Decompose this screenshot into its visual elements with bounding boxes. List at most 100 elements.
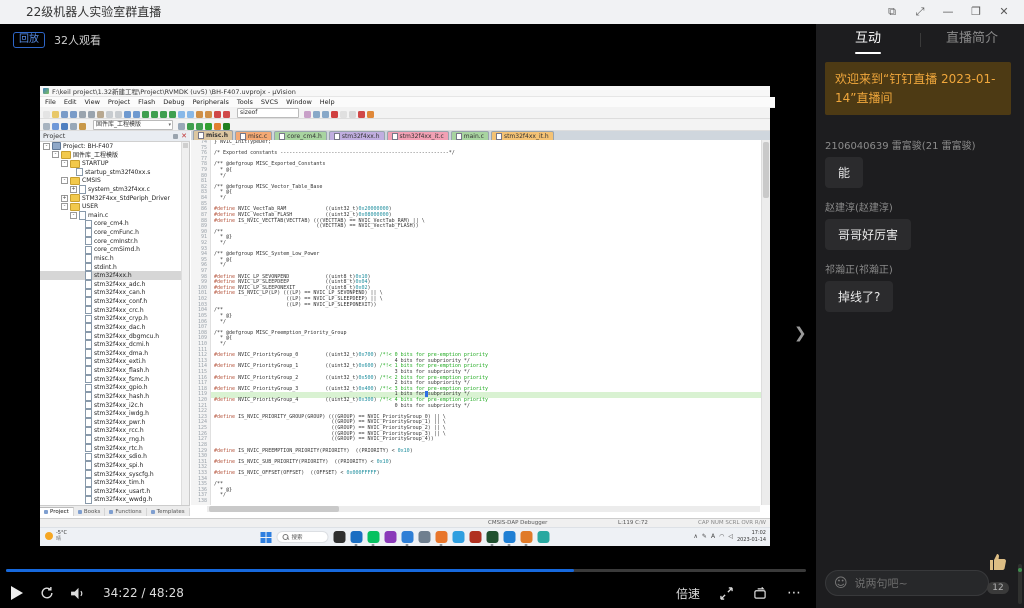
taskbar-search: 搜索 — [276, 531, 329, 543]
ide-titlebar: F:\keil project\1.32新建工程\Project\RVMDK (… — [40, 86, 770, 97]
menu-tools: Tools — [236, 98, 253, 106]
chat-app-icon — [537, 531, 550, 543]
video-stage[interactable]: 回放 32人观看 F:\keil project\1.32新建工程\Projec… — [0, 24, 816, 608]
books-window-icon — [223, 123, 230, 130]
play-button[interactable] — [10, 586, 23, 600]
chat-scrollbar[interactable] — [1018, 564, 1022, 604]
file-icon — [79, 211, 86, 220]
tree-item-label: core_cmSimd.h — [94, 246, 140, 254]
project-panel: Project ✕ - Project: BH-F407- 固件库_工程模版 - STA… — [40, 131, 190, 516]
input-method-icon: A — [710, 533, 716, 540]
close-icon[interactable]: ✕ — [990, 0, 1018, 24]
chat-collapse-chevron-icon[interactable]: ❯ — [794, 324, 807, 342]
editor-tab-label: misc.c — [248, 132, 268, 140]
file-icon — [85, 400, 92, 410]
live-room-title: 22级机器人实验室群直播 — [26, 5, 162, 19]
panel-tab-books: Books — [74, 508, 106, 516]
tree-item: stm32f4xx_adc.h — [40, 280, 183, 289]
tab-interaction[interactable]: 互动 — [816, 24, 920, 56]
tree-item: - STARTUP — [40, 159, 183, 168]
statusbar-flags: CAP NUM SCRL OVR R/W — [698, 520, 766, 526]
weather-desc: 晴 — [56, 536, 62, 543]
tree-item-label: core_cmInstr.h — [94, 237, 138, 245]
build-icon — [52, 123, 59, 130]
ide-toolbar-2: 固件库_工程模版 — [40, 119, 770, 131]
maximize-icon[interactable]: ❐ — [962, 0, 990, 24]
rotate-screen-button[interactable] — [753, 586, 767, 600]
undo-icon — [106, 111, 113, 118]
pen-icon: ✎ — [701, 533, 707, 540]
replay-button[interactable] — [40, 586, 54, 600]
file-icon — [85, 245, 92, 255]
resize-icon[interactable]: ⤢ — [906, 0, 934, 24]
templates-window-icon — [205, 123, 212, 130]
tree-item-label: STM32F4xx_StdPeriph_Driver — [82, 194, 170, 202]
chat-username: 赵建淳(赵建淳) — [825, 203, 893, 214]
like-button[interactable]: 12 — [985, 552, 1011, 594]
editor-tab-label: stm32f4xx_it.h — [503, 132, 549, 140]
network-icon: ◠ — [719, 533, 725, 540]
speed-button[interactable]: 倍速 — [676, 585, 700, 602]
tree-item: stm32f4xx_hash.h — [40, 392, 183, 401]
tree-item: stm32f4xx_fsmc.h — [40, 374, 183, 384]
chat-input-bar[interactable]: ☺ — [825, 570, 989, 596]
file-icon — [85, 323, 92, 332]
minimize-icon[interactable]: — — [934, 0, 962, 24]
tree-item: stm32f4xx_dcmi.h — [40, 340, 183, 349]
document-icon — [198, 132, 204, 139]
file-icon — [85, 495, 92, 505]
chat-message-bubble: 掉线了? — [825, 281, 894, 312]
tree-item: stm32f4xx_tim.h — [40, 478, 183, 487]
tree-item: - main.c — [40, 211, 183, 220]
chat-input[interactable] — [852, 575, 980, 591]
code-area: 74} NVIC_InitTypeDef; 75 76/* Exported co… — [191, 140, 762, 505]
taskbar-center: 搜索 — [260, 531, 550, 546]
tree-item: stm32f4xx_conf.h — [40, 297, 183, 306]
fullscreen-button[interactable] — [720, 586, 733, 600]
viewer-count: 32人观看 — [54, 34, 101, 47]
ide-title-text: F:\keil project\1.32新建工程\Project\RVMDK (… — [52, 88, 296, 96]
tab-divider — [920, 33, 921, 47]
seek-bar[interactable] — [6, 569, 806, 572]
tab-live-intro[interactable]: 直播简介 — [920, 24, 1024, 56]
tree-expander-icon: + — [61, 194, 68, 202]
tree-item: stm32f4xx_crc.h — [40, 305, 183, 315]
chip-icon — [52, 142, 61, 151]
screen-cast-icon[interactable]: ⧉ — [878, 0, 906, 24]
tree-item: + system_stm32f4xx.c — [40, 185, 183, 194]
panel-tab-icon — [44, 510, 48, 514]
editor-horizontal-scrollbar — [207, 506, 760, 512]
emoji-icon[interactable]: ☺ — [834, 577, 848, 590]
tree-item-label: stm32f4xx.h — [94, 272, 132, 280]
more-options-button[interactable]: ⋯ — [787, 585, 802, 601]
tree-item-label: stm32f4xx_iwdg.h — [94, 410, 149, 418]
paste-icon — [97, 111, 104, 118]
file-extensions-icon — [187, 123, 194, 130]
file-icon — [85, 280, 92, 289]
tree-item: stm32f4xx_iwdg.h — [40, 409, 183, 418]
tree-item-label: stm32f4xx_cryp.h — [94, 315, 148, 323]
document-icon — [279, 132, 286, 140]
project-tree: - Project: BH-F407- 固件库_工程模版 - STARTUP startu… — [40, 142, 183, 505]
chat-username: 祁瀚正(祁瀚正) — [825, 265, 893, 276]
editor-tab: stm32f4xx.h — [328, 131, 385, 140]
live-meta: 回放 32人观看 — [13, 32, 101, 48]
clear-bookmarks-icon — [169, 111, 176, 118]
panel-tab-label: Functions — [115, 509, 142, 515]
file-icon — [85, 443, 92, 453]
notes-app-icon — [333, 531, 346, 543]
tree-item: core_cmInstr.h — [40, 236, 183, 246]
panel-tab-project: Project — [40, 507, 74, 516]
vscode-icon — [503, 531, 516, 546]
clock-time: 17:02 — [751, 530, 766, 536]
player-controls: 34:22 / 48:28 倍速 ⋯ — [0, 578, 816, 608]
project-panel-tabs: Project Books Functions Templates — [40, 505, 190, 516]
tree-item: stm32f4xx_dac.h — [40, 323, 183, 332]
tree-item: startup_stm32f40xx.s — [40, 167, 183, 177]
system-tray: ∧ ✎ A ◠ ◁ 17:02 2023-01-14 — [694, 530, 766, 543]
tree-item: stm32f4xx_usart.h — [40, 487, 183, 496]
tree-item-label: core_cm4.h — [94, 220, 129, 228]
editor-tab: stm32f4xx_it.h — [490, 131, 554, 140]
navigate-forward-icon — [133, 111, 140, 118]
volume-button[interactable] — [71, 587, 86, 600]
